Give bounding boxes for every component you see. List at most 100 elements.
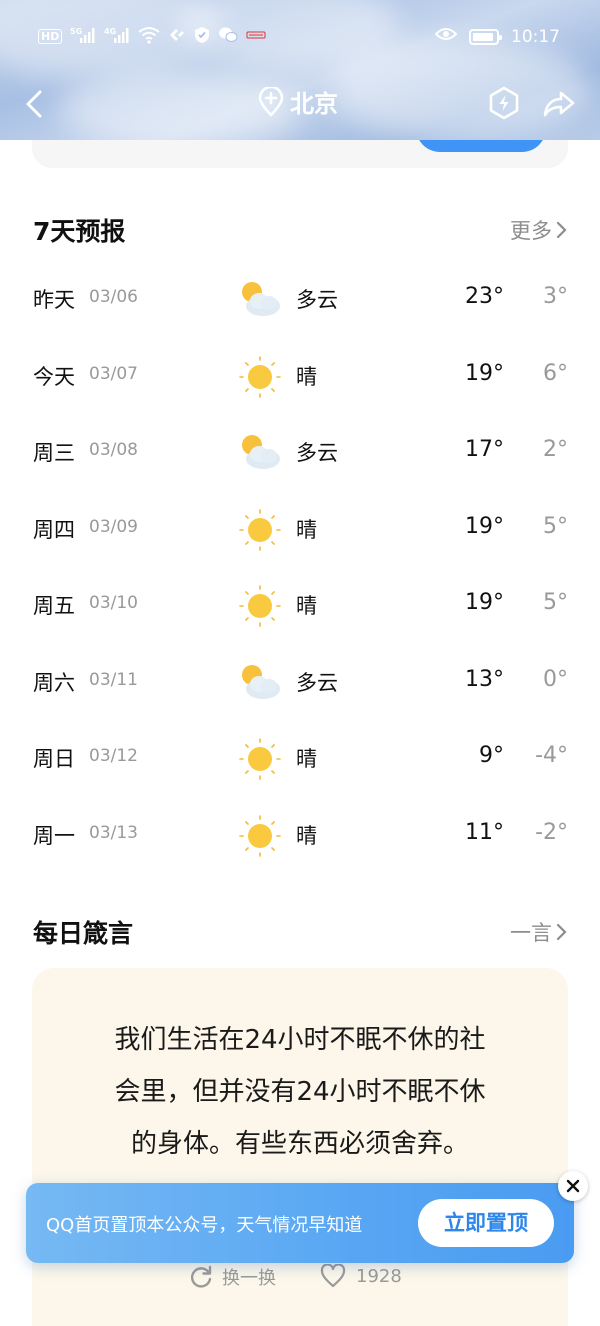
forecast-date: 03/08 (89, 440, 138, 460)
pin-now-button[interactable]: 立即置顶 (418, 1199, 554, 1247)
forecast-weather: 晴 (296, 823, 317, 848)
quote-card: 我们生活在24小时不眠不休的社会里，但并没有24小时不眠不休的身体。有些东西必须… (32, 968, 568, 1326)
forecast-more-link[interactable]: 更多 (510, 215, 568, 245)
forecast-low-temp: 6° (543, 360, 568, 386)
signal-5g-icon: 5G (70, 26, 96, 47)
forecast-low-temp: 2° (543, 437, 568, 462)
back-button[interactable] (18, 86, 54, 122)
svg-text:4G: 4G (104, 27, 116, 36)
partly-cloudy-icon (236, 276, 284, 324)
forecast-row[interactable]: 周三 03/08 多云 17° 2° (0, 423, 600, 483)
forecast-day: 今天 (33, 364, 75, 389)
forecast-day: 周一 (33, 823, 75, 848)
sunny-icon (236, 353, 284, 401)
quote-section-title: 每日箴言 (33, 919, 134, 948)
share-button[interactable] (542, 86, 576, 124)
location-add-icon (258, 86, 284, 117)
forecast-row[interactable]: 昨天 03/06 多云 23° 3° (0, 270, 600, 330)
pin-promo-banner: QQ首页置顶本公众号，天气情况早知道 立即置顶 (26, 1183, 574, 1263)
forecast-row[interactable]: 周日 03/12 晴 9° -4° (0, 729, 600, 789)
forecast-day: 周六 (33, 670, 75, 695)
forecast-day: 周日 (33, 747, 75, 771)
quote-text: 我们生活在24小时不眠不休的社会里，但并没有24小时不眠不休的身体。有些东西必须… (114, 1025, 486, 1159)
lightning-hexagon-icon (489, 86, 519, 120)
forecast-low-temp: -4° (535, 743, 568, 768)
more-label: 更多 (510, 219, 552, 243)
sunny-icon (236, 735, 284, 783)
forecast-day: 周五 (33, 594, 75, 618)
battery-icon (469, 28, 502, 45)
forecast-row[interactable]: 周四 03/09 晴 19° 5° (0, 500, 600, 560)
forecast-date: 03/07 (89, 363, 138, 384)
forecast-high-temp: 19° (465, 360, 504, 386)
like-count: 1928 (356, 1265, 402, 1287)
hd-indicator: HD (38, 29, 63, 44)
city-selector[interactable]: 北京 (258, 84, 338, 119)
refresh-quote-button[interactable]: 换一换 (188, 1264, 276, 1290)
forecast-date: 03/11 (89, 669, 138, 690)
forecast-weather: 多云 (296, 441, 338, 465)
forecast-high-temp: 9° (479, 743, 504, 768)
forecast-high-temp: 19° (465, 590, 504, 615)
heart-icon (320, 1264, 346, 1288)
partly-cloudy-icon (236, 659, 284, 707)
forecast-low-temp: -2° (535, 819, 568, 845)
sunny-icon (236, 582, 284, 630)
quote-actions: 换一换 1928 (32, 1264, 568, 1300)
forecast-low-temp: 5° (543, 590, 568, 615)
forecast-weather: 晴 (296, 594, 317, 618)
quote-more-link[interactable]: 一言 (510, 917, 568, 947)
close-icon (566, 1179, 580, 1193)
sunny-icon (236, 812, 284, 860)
forecast-row[interactable]: 周六 03/11 多云 13° 0° (0, 653, 600, 713)
forecast-weather: 晴 (296, 747, 317, 771)
svg-text:5G: 5G (70, 27, 82, 36)
hitokoto-label: 一言 (510, 921, 552, 945)
like-button[interactable]: 1928 (320, 1264, 402, 1288)
banner-close-button[interactable] (558, 1171, 588, 1201)
forecast-section-title: 7天预报 (33, 217, 126, 246)
forecast-date: 03/12 (89, 746, 138, 766)
refresh-icon (190, 1265, 212, 1288)
sunny-icon (236, 506, 284, 554)
forecast-weather: 多云 (296, 670, 338, 695)
wifi-icon (138, 26, 160, 47)
forecast-date: 03/10 (89, 593, 138, 613)
shield-icon (194, 26, 210, 47)
forecast-day: 周三 (33, 441, 75, 465)
city-name: 北京 (290, 90, 338, 118)
forecast-weather: 晴 (296, 517, 317, 542)
signal-4g-icon: 4G (104, 26, 130, 47)
forecast-date: 03/06 (89, 287, 138, 307)
refresh-label: 换一换 (222, 1268, 276, 1289)
forecast-day: 周四 (33, 517, 75, 542)
forecast-row[interactable]: 周五 03/10 晴 19° 5° (0, 576, 600, 636)
forecast-high-temp: 17° (465, 437, 504, 462)
forecast-weather: 多云 (296, 288, 338, 312)
partly-cloudy-icon (236, 429, 284, 477)
nav-bar: 北京 (0, 78, 600, 128)
banner-text: QQ首页置顶本公众号，天气情况早知道 (46, 1215, 363, 1236)
chevron-left-icon (26, 90, 42, 118)
eye-icon (434, 26, 458, 47)
share-arrow-icon (543, 91, 575, 117)
forecast-low-temp: 5° (543, 513, 568, 539)
forecast-row[interactable]: 今天 03/07 晴 19° 6° (0, 347, 600, 407)
forecast-low-temp: 3° (543, 284, 568, 309)
forecast-low-temp: 0° (543, 666, 568, 692)
forecast-high-temp: 13° (465, 666, 504, 692)
forecast-row[interactable]: 周一 03/13 晴 11° -2° (0, 806, 600, 866)
forecast-high-temp: 19° (465, 513, 504, 539)
forecast-high-temp: 11° (465, 819, 504, 845)
forecast-date: 03/09 (89, 516, 138, 537)
forecast-day: 昨天 (33, 288, 75, 312)
chevron-right-icon (556, 221, 567, 239)
forecast-date: 03/13 (89, 822, 138, 843)
forecast-high-temp: 23° (465, 284, 504, 309)
quick-action-button[interactable] (488, 86, 520, 124)
forecast-weather: 晴 (296, 364, 317, 389)
clock-time: 10:17 (511, 26, 560, 47)
app-notification-icon (168, 26, 186, 47)
status-bar: HD 5G 4G 10:17 (0, 22, 600, 54)
wechat-icon (218, 26, 238, 47)
